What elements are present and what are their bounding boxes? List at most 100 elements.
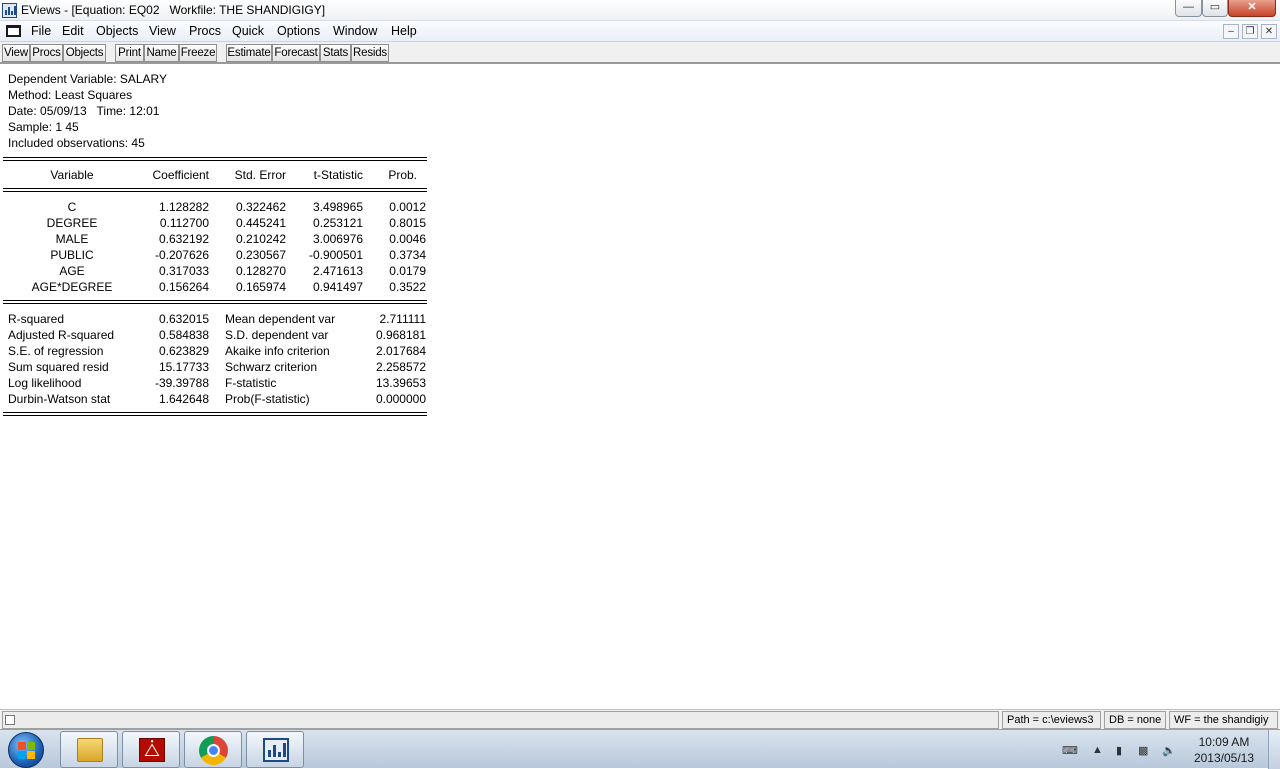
equation-toolbar: View Procs Objects Print Name Freeze Est… — [0, 42, 1280, 64]
table-rule — [3, 412, 427, 413]
cell-variable: AGE*DEGREE — [31, 280, 113, 294]
windows-explorer-icon — [77, 738, 103, 762]
date-line: Date: 05/09/13 Time: 12:01 — [8, 104, 160, 118]
taskbar: ⧊ ⌨ ▲ ▮ ▩ 🔈 10:09 AM 2013/05/13 — [0, 729, 1280, 769]
column-header-coefficient: Coefficient — [152, 168, 209, 182]
document-window-icon[interactable] — [6, 25, 21, 37]
cell-coefficient: 0.632192 — [158, 232, 209, 246]
menu-objects[interactable]: Objects — [96, 24, 138, 38]
cell-coefficient: 1.128282 — [158, 200, 209, 214]
menu-file[interactable]: File — [31, 24, 51, 38]
maximize-button[interactable]: ▭ — [1202, 0, 1228, 17]
command-status-field[interactable] — [2, 711, 999, 729]
stat-value: 0.968181 — [375, 328, 426, 342]
column-header-std-error: Std. Error — [234, 168, 286, 182]
close-button[interactable]: ✕ — [1228, 0, 1276, 17]
table-rule — [3, 160, 427, 161]
keyboard-icon[interactable]: ⌨ — [1062, 744, 1078, 757]
stat-value: 1.642648 — [158, 392, 209, 406]
taskbar-explorer[interactable] — [60, 731, 118, 768]
freeze-button[interactable]: Freeze — [179, 44, 217, 62]
cell-prob: 0.0179 — [389, 264, 426, 278]
menu-view[interactable]: View — [149, 24, 176, 38]
name-button[interactable]: Name — [144, 44, 179, 62]
chrome-icon — [199, 736, 228, 765]
stat-value: 13.39653 — [375, 376, 426, 390]
network-icon[interactable]: ▩ — [1138, 744, 1148, 757]
cell-t-statistic: 0.941497 — [312, 280, 363, 294]
cell-variable: AGE — [59, 264, 85, 278]
eviews-app-icon[interactable] — [2, 3, 17, 18]
path-status: Path = c:\eviews3 — [1002, 711, 1101, 729]
table-rule — [3, 415, 427, 416]
cell-t-statistic: 2.471613 — [312, 264, 363, 278]
stat-value: 2.017684 — [375, 344, 426, 358]
cell-coefficient: -0.207626 — [154, 248, 209, 262]
db-status: DB = none — [1104, 711, 1166, 729]
menu-procs[interactable]: Procs — [189, 24, 221, 38]
stat-label: Durbin-Watson stat — [8, 392, 111, 406]
forecast-button[interactable]: Forecast — [272, 44, 320, 62]
table-rule — [3, 191, 427, 192]
print-button[interactable]: Print — [115, 44, 144, 62]
taskbar-acrobat[interactable]: ⧊ — [122, 731, 180, 768]
volume-icon[interactable]: 🔈 — [1162, 744, 1176, 757]
title-bar: EViews - [Equation: EQ02 Workfile: THE S… — [0, 0, 1280, 21]
stat-value: 2.258572 — [375, 360, 426, 374]
stat-value: 0.584838 — [158, 328, 209, 342]
stat-value: 2.711111 — [379, 312, 427, 326]
stat-value: -39.39788 — [154, 376, 209, 390]
stat-value: 0.000000 — [375, 392, 426, 406]
equation-output: Dependent Variable: SALARY Method: Least… — [0, 64, 1280, 709]
child-close-button[interactable]: ✕ — [1261, 24, 1277, 39]
cell-coefficient: 0.112700 — [159, 216, 209, 230]
stat-label: S.E. of regression — [8, 344, 104, 358]
eviews-icon — [263, 738, 289, 762]
show-hidden-icons-icon[interactable]: ▲ — [1092, 744, 1103, 756]
cell-std-error: 0.322462 — [235, 200, 286, 214]
battery-icon[interactable]: ▮ — [1116, 744, 1122, 757]
cell-variable: DEGREE — [46, 216, 98, 230]
estimate-button[interactable]: Estimate — [226, 44, 272, 62]
menu-help[interactable]: Help — [391, 24, 417, 38]
resids-button[interactable]: Resids — [351, 44, 389, 62]
observations-line: Included observations: 45 — [8, 136, 145, 150]
window-title: EViews - [Equation: EQ02 Workfile: THE S… — [21, 3, 326, 17]
status-indicator-icon — [5, 715, 15, 725]
method-line: Method: Least Squares — [8, 88, 133, 102]
cell-t-statistic: 3.498965 — [312, 200, 363, 214]
stat-label: S.D. dependent var — [225, 328, 329, 342]
menu-quick[interactable]: Quick — [232, 24, 264, 38]
view-button[interactable]: View — [2, 44, 30, 62]
stats-button[interactable]: Stats — [320, 44, 351, 62]
stat-label: Sum squared resid — [8, 360, 109, 374]
minimize-button[interactable]: — — [1175, 0, 1202, 17]
child-minimize-button[interactable]: – — [1223, 24, 1239, 39]
cell-variable: C — [67, 200, 77, 214]
child-restore-button[interactable]: ❐ — [1242, 24, 1258, 39]
system-clock[interactable]: 10:09 AM 2013/05/13 — [1194, 734, 1254, 766]
start-button[interactable] — [8, 732, 44, 768]
sample-line: Sample: 1 45 — [8, 120, 79, 134]
cell-std-error: 0.210242 — [235, 232, 286, 246]
show-desktop-button[interactable] — [1268, 730, 1280, 769]
column-header-t-statistic: t-Statistic — [313, 168, 363, 182]
cell-t-statistic: -0.900501 — [308, 248, 363, 262]
cell-prob: 0.8015 — [389, 216, 426, 230]
menu-bar: File Edit Objects View Procs Quick Optio… — [0, 21, 1280, 42]
menu-edit[interactable]: Edit — [62, 24, 84, 38]
workfile-status: WF = the shandigiy — [1169, 711, 1278, 729]
status-bar: Path = c:\eviews3 DB = none WF = the sha… — [0, 709, 1280, 729]
clock-time: 10:09 AM — [1198, 735, 1250, 749]
menu-window[interactable]: Window — [333, 24, 377, 38]
stat-label: Prob(F-statistic) — [225, 392, 310, 406]
table-rule — [3, 300, 427, 301]
objects-button[interactable]: Objects — [63, 44, 106, 62]
menu-options[interactable]: Options — [277, 24, 320, 38]
taskbar-eviews[interactable] — [246, 731, 304, 768]
stat-value: 15.17733 — [158, 360, 209, 374]
stat-label: Akaike info criterion — [225, 344, 330, 358]
procs-button[interactable]: Procs — [30, 44, 63, 62]
taskbar-chrome[interactable] — [184, 731, 242, 768]
table-rule — [3, 303, 427, 304]
